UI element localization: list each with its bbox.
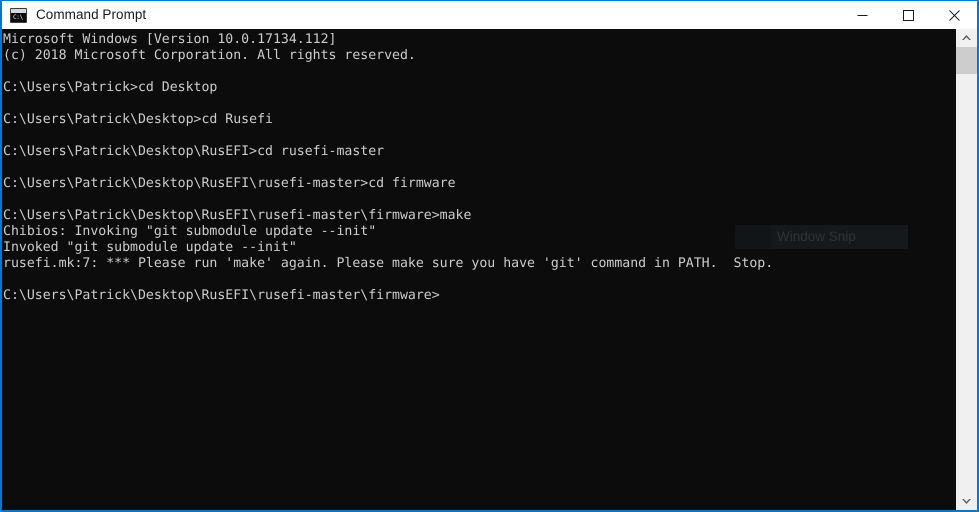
- window-title: Command Prompt: [36, 7, 147, 22]
- close-icon: [948, 9, 960, 21]
- scrollbar-thumb[interactable]: [956, 47, 977, 74]
- console-line: C:\Users\Patrick\Desktop\RusEFI>cd rusef…: [3, 144, 385, 159]
- console-line: C:\Users\Patrick>cd Desktop: [3, 80, 218, 95]
- snip-overlay-leading-block: [735, 225, 771, 249]
- console-output-area[interactable]: Microsoft Windows [Version 10.0.17134.11…: [2, 29, 977, 510]
- console-line: Microsoft Windows [Version 10.0.17134.11…: [3, 32, 337, 47]
- scrollbar-down-button[interactable]: [956, 492, 977, 510]
- caption-buttons: [839, 1, 977, 29]
- scrollbar-track[interactable]: [956, 47, 977, 492]
- icon-prompt-glyph: C:\: [13, 13, 23, 21]
- icon-title-strip: [11, 8, 26, 13]
- console-line: (c) 2018 Microsoft Corporation. All righ…: [3, 48, 416, 63]
- scrollbar-up-button[interactable]: [956, 29, 977, 47]
- window-snip-overlay[interactable]: Window Snip: [735, 225, 908, 249]
- vertical-scrollbar[interactable]: [956, 29, 977, 510]
- maximize-button[interactable]: [885, 1, 931, 29]
- command-prompt-window: C:\ Command Prompt Microsoft Windows [Ve…: [0, 0, 979, 512]
- chevron-up-icon: [962, 35, 971, 40]
- console-line: C:\Users\Patrick\Desktop\RusEFI\rusefi-m…: [3, 176, 456, 191]
- window-snip-label: Window Snip: [777, 229, 856, 244]
- minimize-button[interactable]: [839, 1, 885, 29]
- command-prompt-icon[interactable]: C:\: [10, 7, 27, 23]
- chevron-down-icon: [962, 499, 971, 504]
- console-line: rusefi.mk:7: *** Please run 'make' again…: [3, 256, 774, 271]
- console-line: C:\Users\Patrick\Desktop\RusEFI\rusefi-m…: [3, 208, 472, 223]
- title-bar[interactable]: C:\ Command Prompt: [2, 1, 977, 29]
- minimize-icon: [857, 14, 867, 16]
- maximize-icon: [902, 9, 914, 21]
- close-button[interactable]: [931, 1, 977, 29]
- console-text: Microsoft Windows [Version 10.0.17134.11…: [3, 32, 953, 304]
- console-line: C:\Users\Patrick\Desktop\RusEFI\rusefi-m…: [3, 288, 440, 303]
- console-line: C:\Users\Patrick\Desktop>cd Rusefi: [3, 112, 273, 127]
